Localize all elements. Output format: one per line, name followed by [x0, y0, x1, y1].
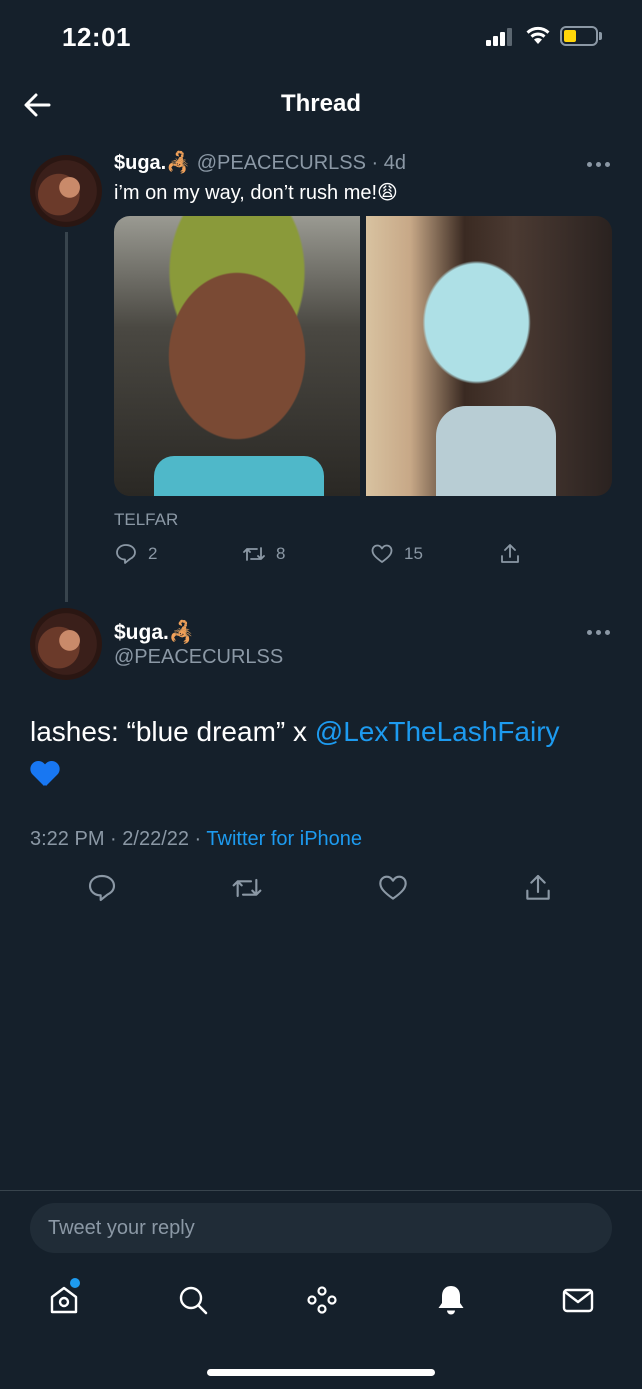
- notifications-icon: [438, 1286, 464, 1315]
- like-button[interactable]: [377, 872, 409, 904]
- tweet-source-link[interactable]: Twitter for iPhone: [206, 828, 362, 850]
- retweet-icon: [232, 878, 262, 898]
- tweet-author-name: $uga.🦂: [114, 620, 195, 645]
- screen: 12:01 Thread $uga.🦂 @PEACECURLSS · 4d i’…: [0, 0, 642, 1389]
- notification-dot: [70, 1278, 80, 1288]
- battery-tip: [599, 32, 602, 40]
- tweet-text: i’m on my way, don’t rush me!😩: [114, 180, 398, 205]
- blue-heart-emoji: [30, 760, 60, 788]
- scorpion-emoji: 🦂: [166, 150, 192, 174]
- spaces-icon: [307, 1286, 337, 1314]
- thread-line: [65, 232, 68, 602]
- display-name[interactable]: $uga.: [114, 621, 169, 644]
- battery-icon: [560, 26, 598, 46]
- share-button[interactable]: [522, 872, 554, 904]
- media-caption: TELFAR: [114, 510, 179, 529]
- reply-count: 2: [148, 544, 158, 563]
- media-image[interactable]: [114, 216, 360, 496]
- mention-link[interactable]: @LexTheLashFairy: [315, 716, 560, 747]
- tweet-date: 2/22/22: [122, 828, 189, 850]
- status-time: 12:01: [62, 22, 131, 52]
- share-button[interactable]: [498, 542, 522, 566]
- messages-icon: [562, 1288, 594, 1313]
- user-handle[interactable]: @PEACECURLSS: [114, 646, 283, 669]
- focused-tweet-actions: [0, 872, 642, 912]
- tweet-text-body: i’m on my way, don’t rush me!: [114, 182, 378, 204]
- avatar[interactable]: [30, 608, 102, 680]
- more-horizontal-icon[interactable]: [587, 160, 611, 168]
- weary-face-emoji: 😩: [377, 180, 398, 204]
- nav-spaces[interactable]: [304, 1282, 340, 1318]
- user-handle[interactable]: @PEACECURLSS: [197, 152, 366, 174]
- header: Thread: [0, 70, 642, 140]
- tweet-text-body: lashes: “blue dream” x: [30, 716, 315, 747]
- share-icon: [526, 874, 550, 900]
- retweet-button[interactable]: [231, 872, 263, 904]
- cellular-signal-icon: [486, 28, 516, 46]
- reply-input[interactable]: [30, 1203, 612, 1253]
- tweet-age: · 4d: [371, 152, 406, 174]
- retweet-icon: [243, 547, 265, 561]
- heart-icon: [379, 875, 407, 900]
- page-title: Thread: [280, 90, 361, 117]
- scorpion-emoji: 🦂: [168, 620, 196, 644]
- nav-search[interactable]: [175, 1282, 211, 1318]
- like-button[interactable]: 15: [370, 542, 423, 566]
- tweet-media: [114, 216, 612, 496]
- search-icon: [179, 1286, 208, 1315]
- reply-button[interactable]: [86, 872, 118, 904]
- more-horizontal-icon[interactable]: [587, 628, 611, 636]
- media-image[interactable]: [366, 216, 612, 496]
- tweet-author-row: $uga.🦂 @PEACECURLSS · 4d: [114, 150, 406, 175]
- avatar[interactable]: [30, 155, 102, 227]
- display-name[interactable]: $uga.: [114, 152, 166, 174]
- nav-messages[interactable]: [560, 1282, 596, 1318]
- comment-icon: [116, 544, 136, 564]
- divider: [0, 1190, 642, 1191]
- tweet-meta: 3:22 PM · 2/22/22 · Twitter for iPhone: [30, 828, 363, 850]
- focused-tweet-text: lashes: “blue dream” x @LexTheLashFairy: [30, 712, 620, 792]
- comment-icon: [88, 874, 116, 902]
- tweet-time: 3:22 PM: [30, 828, 105, 850]
- retweet-button[interactable]: 8: [242, 542, 285, 566]
- share-icon: [501, 544, 519, 563]
- status-bar: 12:01: [0, 0, 642, 70]
- bottom-nav: [0, 1270, 642, 1330]
- reply-button[interactable]: 2: [114, 542, 157, 566]
- wifi-icon: [526, 26, 550, 44]
- nav-notifications[interactable]: [433, 1282, 469, 1318]
- heart-icon: [371, 544, 393, 563]
- tweet-actions: 2 8 15: [114, 542, 534, 572]
- retweet-count: 8: [276, 544, 286, 563]
- home-indicator: [207, 1369, 435, 1376]
- like-count: 15: [404, 544, 423, 563]
